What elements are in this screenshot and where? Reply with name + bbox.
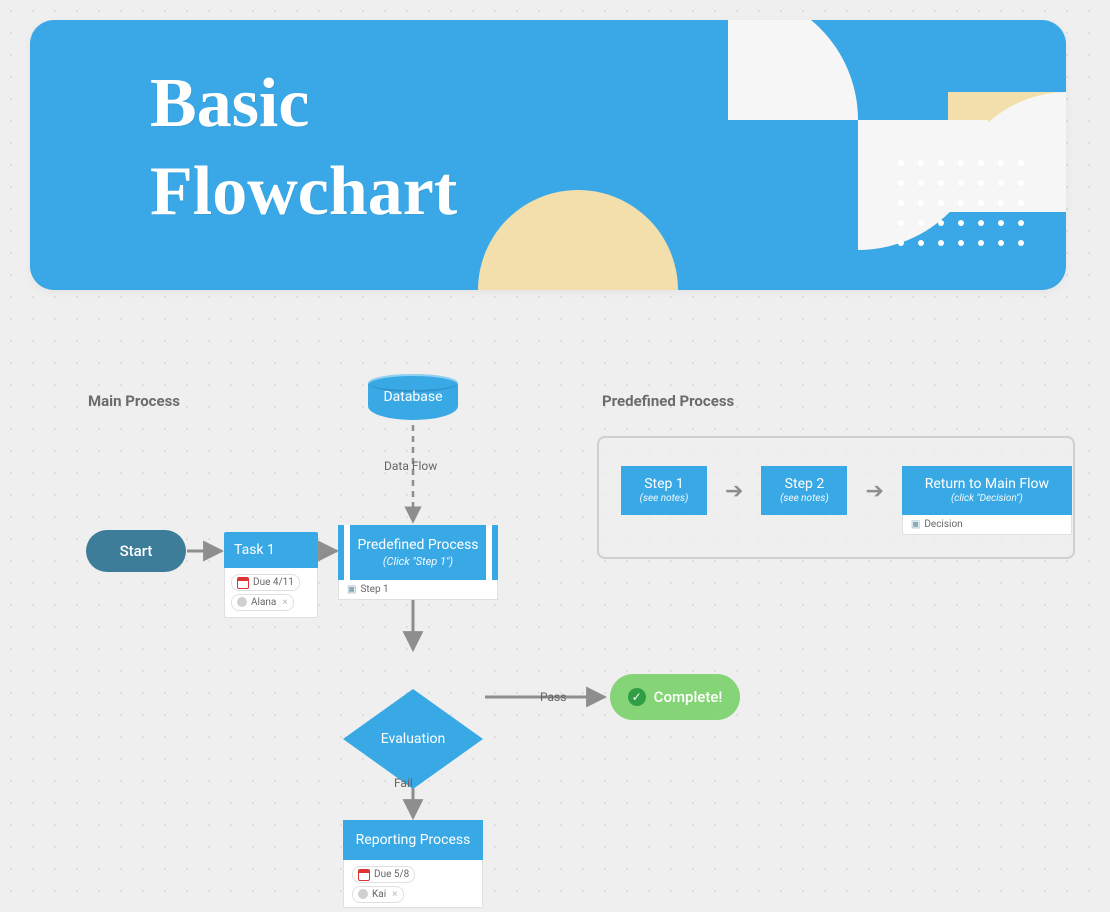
- reporting-meta: Due 5/8 Kai ×: [343, 860, 483, 908]
- arrow-icon: ➔: [865, 479, 883, 504]
- edge-label-data-flow: Data Flow: [384, 459, 437, 473]
- edge-label-pass: Pass: [540, 690, 566, 704]
- calendar-icon: [358, 869, 370, 881]
- heading-main-process: Main Process: [88, 392, 180, 410]
- avatar-icon: [237, 597, 247, 607]
- remove-icon[interactable]: ×: [392, 888, 397, 901]
- dot-grid-decoration: [898, 160, 1026, 248]
- banner-title: Basic Flowchart: [150, 60, 457, 235]
- task-1-meta: Due 4/11 Alana ×: [224, 568, 318, 618]
- link-icon: ▣: [911, 519, 920, 530]
- return-link[interactable]: Decision: [924, 519, 962, 530]
- predefined-process-sub: (Click "Step 1"): [350, 555, 486, 569]
- check-icon: ✓: [628, 688, 646, 706]
- database-label: Database: [368, 378, 458, 416]
- node-step-1[interactable]: Step 1 (see notes): [621, 466, 707, 515]
- task-1-label: Task 1: [224, 532, 318, 568]
- node-predefined-process[interactable]: Predefined Process (Click "Step 1") ▣ Ste…: [338, 525, 498, 600]
- return-label: Return to Main Flow: [925, 476, 1049, 492]
- task-1-assignee: Alana: [251, 596, 276, 609]
- edge-label-fail: Fail: [394, 776, 413, 790]
- node-return-to-main[interactable]: Return to Main Flow (click "Decision") ▣…: [902, 466, 1072, 535]
- return-sub: (click "Decision"): [906, 493, 1068, 505]
- canvas[interactable]: Basic Flowchart Main Process Predefined …: [0, 0, 1110, 912]
- calendar-icon: [237, 577, 249, 589]
- avatar-icon: [358, 889, 368, 899]
- task-1-due: Due 4/11: [253, 576, 294, 589]
- remove-icon[interactable]: ×: [282, 596, 287, 609]
- step-1-sub: (see notes): [625, 493, 703, 505]
- step-1-label: Step 1: [644, 476, 684, 492]
- heading-predefined-process: Predefined Process: [602, 392, 734, 410]
- complete-label: Complete!: [654, 688, 723, 706]
- node-decision[interactable]: Evaluation: [343, 689, 483, 789]
- node-reporting-process[interactable]: Reporting Process Due 5/8 Kai ×: [343, 820, 483, 908]
- node-complete[interactable]: ✓ Complete!: [610, 674, 740, 720]
- arrow-icon: ➔: [725, 479, 743, 504]
- start-label: Start: [120, 542, 153, 560]
- link-icon: ▣: [347, 584, 356, 595]
- predefined-process-label: Predefined Process: [357, 537, 478, 553]
- reporting-due: Due 5/8: [374, 868, 409, 881]
- step-2-label: Step 2: [785, 476, 825, 492]
- node-database[interactable]: Database: [368, 378, 458, 420]
- title-banner: Basic Flowchart: [30, 20, 1066, 290]
- step-2-sub: (see notes): [765, 493, 843, 505]
- node-task-1[interactable]: Task 1 Due 4/11 Alana ×: [224, 532, 318, 618]
- panel-predefined-process[interactable]: Step 1 (see notes) ➔ Step 2 (see notes) …: [597, 436, 1075, 559]
- decision-label: Evaluation: [381, 731, 446, 747]
- reporting-assignee: Kai: [372, 888, 386, 901]
- reporting-label: Reporting Process: [343, 820, 483, 860]
- node-start[interactable]: Start: [86, 530, 186, 572]
- node-step-2[interactable]: Step 2 (see notes): [761, 466, 847, 515]
- predefined-process-link[interactable]: Step 1: [360, 584, 388, 595]
